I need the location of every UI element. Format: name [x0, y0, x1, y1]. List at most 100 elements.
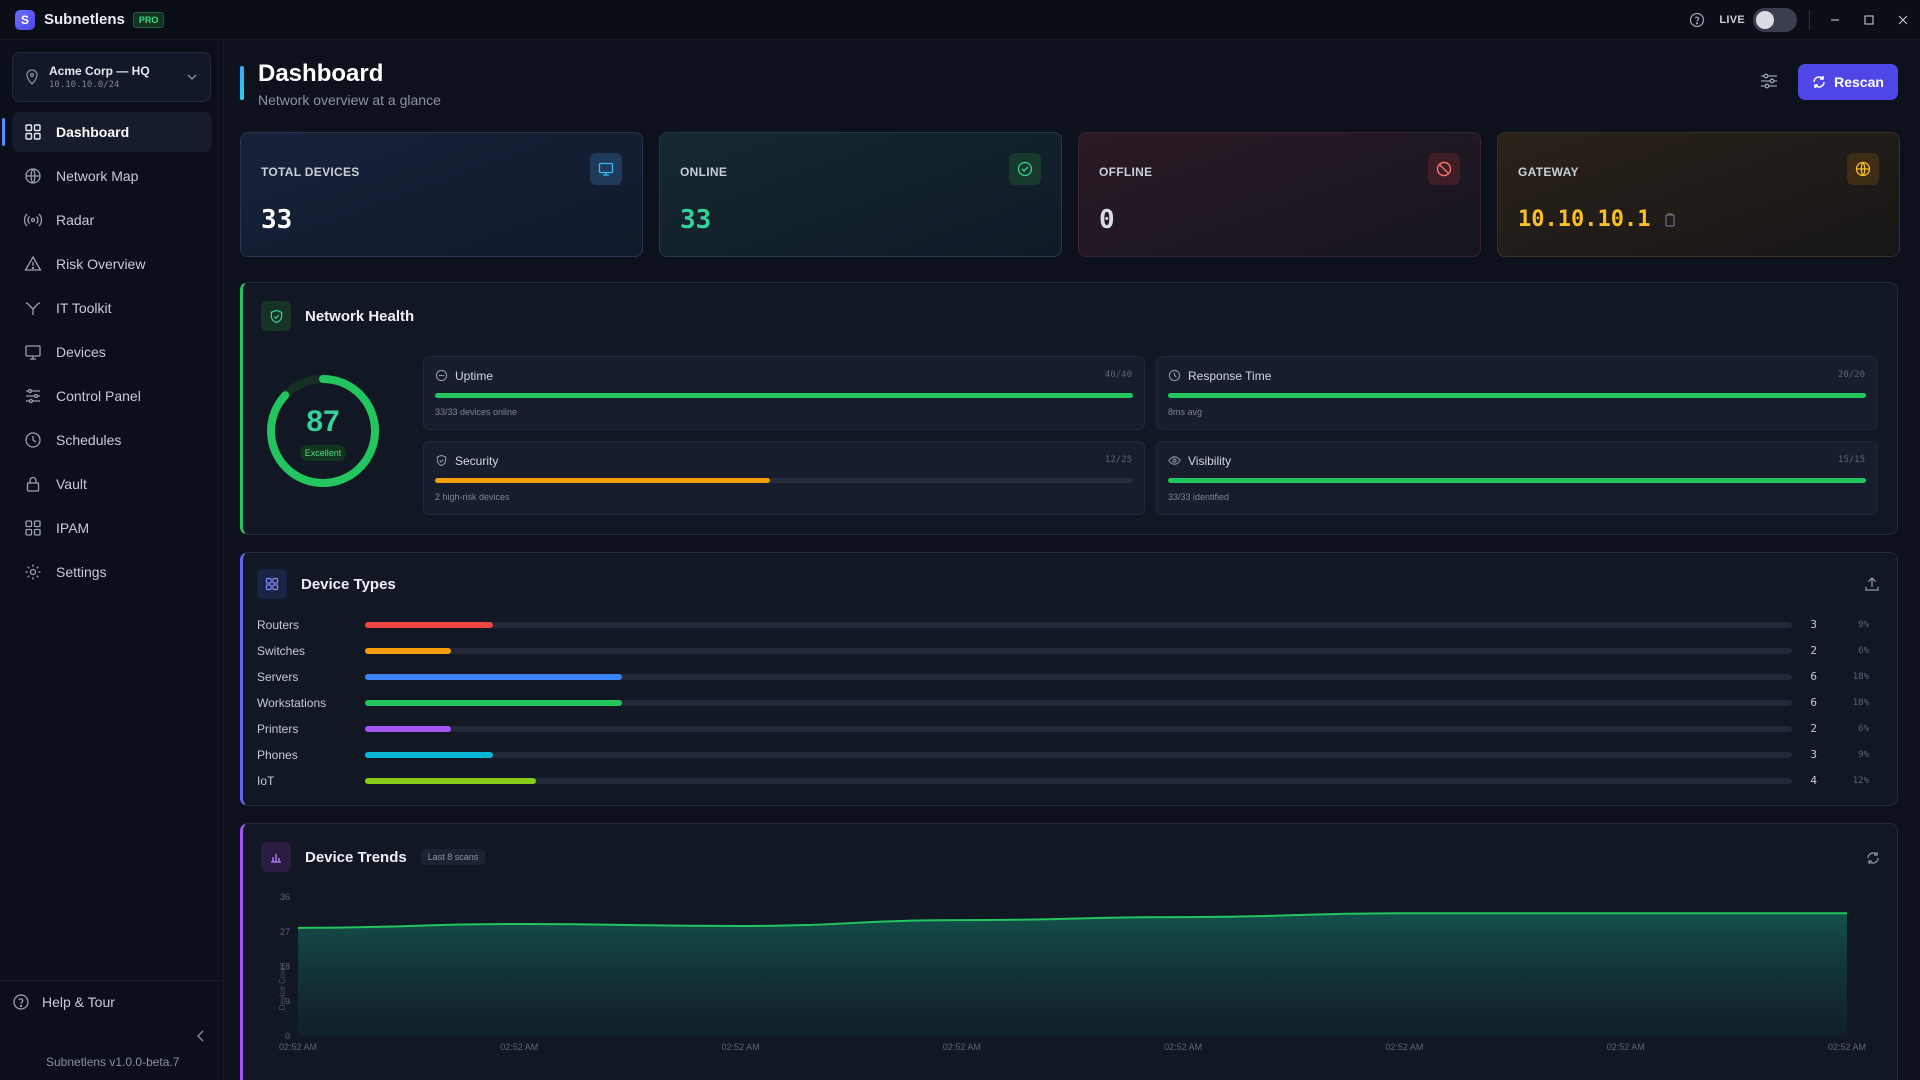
toggle-knob	[1756, 11, 1774, 29]
device-type-percent: 18%	[1852, 672, 1869, 682]
device-type-row[interactable]: Printers 2 6%	[257, 720, 1887, 738]
stat-label: OFFLINE	[1099, 165, 1153, 179]
x-tick-label: 02:52 AM	[722, 1042, 760, 1052]
clock-icon	[25, 432, 41, 448]
network-health-panel: Network Health 87 Excellent Uptime 40/40…	[240, 282, 1898, 535]
lock-icon	[26, 476, 40, 492]
close-icon	[1898, 15, 1908, 25]
sidebar-item-label: Settings	[56, 564, 107, 580]
device-type-count: 3	[1810, 618, 1817, 631]
warning-icon	[24, 255, 42, 271]
sidebar-item-label: IPAM	[56, 520, 90, 536]
online-value: 33	[680, 205, 712, 235]
metric-score: 40/40	[1104, 370, 1132, 380]
device-types-panel: Device Types Routers 3 9% Switches 2 6% Server…	[240, 552, 1898, 806]
health-rating: Excellent	[300, 445, 346, 461]
export-icon[interactable]	[1863, 575, 1881, 593]
sidebar-item-label: Vault	[56, 476, 87, 492]
total-devices-card[interactable]: TOTAL DEVICES 33	[240, 132, 643, 257]
help-tour-button[interactable]: Help & Tour	[12, 993, 115, 1011]
metric-label: Response Time	[1188, 369, 1272, 383]
collapse-sidebar-icon[interactable]	[192, 1027, 210, 1045]
device-type-percent: 9%	[1858, 620, 1869, 630]
sidebar-item-devices[interactable]: Devices	[12, 332, 212, 372]
filter-settings-icon[interactable]	[1758, 70, 1780, 92]
device-type-bar	[365, 622, 494, 628]
device-type-count: 6	[1810, 696, 1817, 709]
sidebar-item-dashboard[interactable]: Dashboard	[2, 112, 212, 152]
toolkit-icon	[25, 302, 41, 315]
sliders-icon	[26, 388, 40, 404]
sidebar-item-label: Devices	[56, 344, 106, 360]
site-selector[interactable]: Acme Corp — HQ 10.10.10.0/24	[12, 52, 211, 102]
site-subnet: 10.10.10.0/24	[49, 80, 120, 90]
total-devices-value: 33	[261, 205, 293, 235]
rescan-button[interactable]: Rescan	[1798, 64, 1898, 100]
device-type-percent: 6%	[1858, 724, 1869, 734]
sidebar-item-ipam[interactable]: IPAM	[12, 508, 212, 548]
offline-card[interactable]: OFFLINE 0	[1078, 132, 1481, 257]
site-pin-icon	[26, 69, 38, 85]
titlebar-divider	[1809, 10, 1810, 30]
panel-title: Device Types	[301, 575, 396, 593]
security-metric: Security 12/25 2 high-risk devices	[423, 441, 1145, 515]
maximize-button[interactable]	[1852, 0, 1886, 40]
device-type-label: Printers	[257, 722, 299, 736]
eye-icon	[1168, 456, 1181, 465]
device-type-track	[365, 778, 1792, 784]
sidebar-item-settings[interactable]: Settings	[12, 552, 212, 592]
y-tick-label: 36	[280, 892, 290, 902]
device-type-bar	[365, 752, 494, 758]
device-type-row[interactable]: Switches 2 6%	[257, 642, 1887, 660]
copy-icon[interactable]	[1664, 212, 1676, 227]
device-type-row[interactable]: Servers 6 18%	[257, 668, 1887, 686]
refresh-icon[interactable]	[1865, 850, 1881, 866]
ipam-icon	[25, 520, 41, 536]
response-time-bar	[1168, 393, 1866, 398]
main-content: Dashboard Network overview at a glance R…	[224, 40, 1920, 1080]
grid-icon	[257, 569, 287, 599]
stat-label: GATEWAY	[1518, 165, 1579, 179]
x-tick-label: 02:52 AM	[1385, 1042, 1423, 1052]
uptime-bar	[435, 393, 1133, 398]
live-toggle[interactable]	[1753, 8, 1797, 32]
sidebar-item-label: Risk Overview	[56, 256, 146, 272]
sidebar-item-vault[interactable]: Vault	[12, 464, 212, 504]
x-tick-label: 02:52 AM	[1828, 1042, 1866, 1052]
sidebar-item-schedules[interactable]: Schedules	[12, 420, 212, 460]
device-type-percent: 12%	[1852, 776, 1869, 786]
panel-title: Device Trends	[305, 848, 407, 866]
device-type-track	[365, 648, 1792, 654]
device-type-percent: 6%	[1858, 646, 1869, 656]
metric-detail: 33/33 identified	[1168, 492, 1230, 502]
metric-detail: 2 high-risk devices	[435, 492, 510, 502]
gateway-card[interactable]: GATEWAY 10.10.10.1	[1497, 132, 1900, 257]
sidebar-item-radar[interactable]: Radar	[12, 200, 212, 240]
pro-badge: PRO	[132, 11, 165, 28]
sidebar-item-network-map[interactable]: Network Map	[12, 156, 212, 196]
device-type-row[interactable]: IoT 4 12%	[257, 772, 1887, 790]
globe-icon	[1847, 153, 1879, 185]
online-card[interactable]: ONLINE 33	[659, 132, 1062, 257]
device-type-percent: 18%	[1852, 698, 1869, 708]
y-axis-label: Device Count	[278, 962, 287, 1011]
sidebar-item-control-panel[interactable]: Control Panel	[12, 376, 212, 416]
response-time-metric: Response Time 20/20 8ms avg	[1156, 356, 1878, 430]
sidebar-item-risk-overview[interactable]: Risk Overview	[12, 244, 212, 284]
sidebar-item-it-toolkit[interactable]: IT Toolkit	[12, 288, 212, 328]
help-icon[interactable]	[1689, 12, 1705, 28]
chevron-down-icon	[187, 74, 197, 80]
help-circle-icon	[13, 994, 29, 1010]
sidebar-footer: Help & Tour Subnetlens v1.0.0-beta.7	[0, 980, 224, 1080]
device-type-label: Workstations	[257, 696, 327, 710]
minimize-button[interactable]	[1818, 0, 1852, 40]
device-type-row[interactable]: Routers 3 9%	[257, 616, 1887, 634]
page-subtitle: Network overview at a glance	[258, 92, 441, 108]
rescan-label: Rescan	[1834, 74, 1884, 90]
device-type-row[interactable]: Phones 3 9%	[257, 746, 1887, 764]
device-type-row[interactable]: Workstations 6 18%	[257, 694, 1887, 712]
y-tick-label: 27	[280, 927, 290, 937]
close-button[interactable]	[1886, 0, 1920, 40]
health-score-gauge: 87 Excellent	[265, 373, 381, 489]
device-type-bar	[365, 778, 537, 784]
